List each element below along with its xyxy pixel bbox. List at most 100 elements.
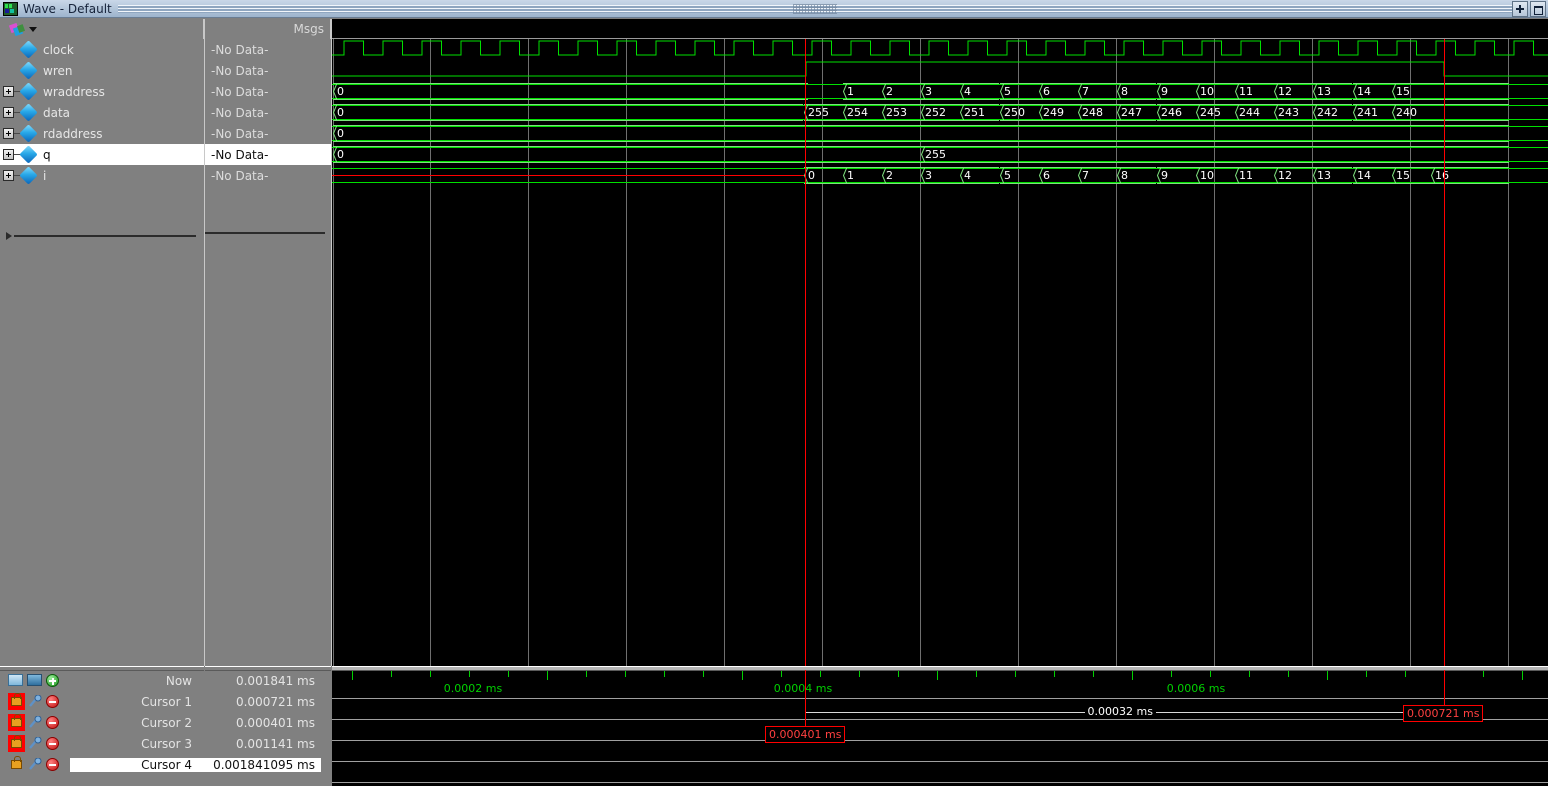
- bus-segment: 0: [333, 144, 921, 165]
- cursor-lock-icon[interactable]: [8, 693, 25, 710]
- cursor-delta-label: 0.00032 ms: [1084, 705, 1156, 718]
- cursor-name-label: Cursor 4: [70, 757, 196, 772]
- bus-segment: 4: [960, 81, 999, 102]
- bus-segment: 251: [960, 102, 999, 123]
- bus-segment-value: 7: [1082, 169, 1089, 182]
- signal-row-i[interactable]: i: [0, 165, 204, 186]
- bus-segment: 247: [1117, 102, 1156, 123]
- cursor-row-now[interactable]: Now 0.001841 ms: [0, 670, 331, 691]
- bus-segment: 0: [333, 102, 803, 123]
- time-axis-label: 0.0002 ms: [443, 682, 503, 695]
- expand-toggle-q[interactable]: [3, 149, 14, 160]
- signal-row-rdaddress[interactable]: rdaddress: [0, 123, 204, 144]
- signal-list-resize-handle[interactable]: [6, 232, 196, 240]
- time-tick-minor: [1288, 671, 1289, 677]
- bus-segment-value: 0: [337, 127, 344, 140]
- bus-segment: 242: [1313, 102, 1352, 123]
- names-column-header[interactable]: [0, 19, 204, 39]
- waveform-i: 0 1 2 3 4 5 6 7 8 9 10 11 12 13 14 15 16: [332, 165, 1548, 186]
- cursor-lock-icon[interactable]: [8, 714, 25, 731]
- time-tick-minor: [859, 671, 860, 677]
- bus-segment-value: 2: [886, 85, 893, 98]
- time-tick-minor: [976, 671, 977, 677]
- signal-no-data-marker: [332, 175, 804, 176]
- cursor-row-cursor-2[interactable]: Cursor 2 0.000401 ms: [0, 712, 331, 733]
- signal-row-q[interactable]: q: [0, 144, 204, 165]
- cursor-config-icon[interactable]: [28, 694, 42, 708]
- delete-cursor-icon[interactable]: [46, 695, 59, 708]
- bus-segment: 8: [1117, 81, 1156, 102]
- signal-row-wren[interactable]: wren: [0, 60, 204, 81]
- bus-segment: 252: [921, 102, 960, 123]
- cursor-1-marker-label[interactable]: 0.000721 ms: [1403, 705, 1484, 722]
- expand-toggle-rdaddress[interactable]: [3, 128, 14, 139]
- signal-row-clock[interactable]: clock: [0, 39, 204, 60]
- bus-segment: 2: [882, 81, 921, 102]
- time-tick-major: [1132, 671, 1133, 680]
- time-tick-minor: [1015, 671, 1016, 677]
- cursor-config-icon[interactable]: [28, 715, 42, 729]
- cursor-2-marker-label[interactable]: 0.000401 ms: [765, 726, 846, 743]
- cursor-2-marker-line[interactable]: [805, 39, 806, 666]
- time-tick-major: [742, 671, 743, 680]
- expand-toggle-data[interactable]: [3, 107, 14, 118]
- cursor-lock-icon[interactable]: [8, 756, 25, 773]
- bus-segment-value: 243: [1278, 106, 1299, 119]
- cursor-row-cursor-1[interactable]: Cursor 1 0.000721 ms: [0, 691, 331, 712]
- add-cursor-icon[interactable]: [46, 674, 59, 687]
- signal-name-label: clock: [43, 42, 74, 57]
- cursor-1-marker-line[interactable]: [1444, 39, 1445, 666]
- cursor-row-cursor-3[interactable]: Cursor 3 0.001141 ms: [0, 733, 331, 754]
- bus-segment-body: [333, 83, 808, 100]
- signal-diamond-icon: [19, 40, 38, 59]
- cursor-row-cursor-4[interactable]: Cursor 4 0.001841095 ms: [0, 754, 331, 775]
- cursor-lock-icon[interactable]: [8, 735, 25, 752]
- signal-name-label: rdaddress: [43, 126, 103, 141]
- bus-segment: 12: [1274, 165, 1313, 186]
- signal-diamond-icon: [19, 61, 38, 80]
- wave-column-header: [332, 19, 1548, 39]
- waveform-canvas[interactable]: 0 1 2 3 4 5 6 7 8 9 10 11 12 13 14 15 0 255 254 253 252 251 25…: [332, 39, 1548, 666]
- time-tick-minor: [664, 671, 665, 677]
- bus-segment-value: 15: [1396, 85, 1410, 98]
- cursor-2-marker-ruler-line[interactable]: [805, 670, 806, 732]
- time-tick-major: [1327, 671, 1328, 680]
- expand-toggle-wraddress[interactable]: [3, 86, 14, 97]
- time-tick-minor: [586, 671, 587, 677]
- cursor-name-label: Cursor 3: [141, 736, 192, 751]
- signal-diamond-icon: [19, 103, 38, 122]
- restore-button[interactable]: [1530, 0, 1546, 17]
- time-axis-ruler[interactable]: 0.0002 ms 0.0004 ms 0.0006 ms 0.00032 ms 0.0…: [332, 666, 1548, 786]
- undock-button[interactable]: [1512, 0, 1528, 17]
- now-settings-icon[interactable]: [27, 674, 42, 686]
- signal-row-data[interactable]: data: [0, 102, 204, 123]
- now-marker-icon[interactable]: [8, 674, 23, 686]
- cursor-config-icon[interactable]: [28, 736, 42, 750]
- title-drag-grip[interactable]: [117, 3, 1512, 14]
- signal-value-q: -No Data-: [205, 144, 331, 165]
- bus-segment-value: 9: [1161, 85, 1168, 98]
- column-header-row: Msgs: [0, 19, 1548, 39]
- color-palette-icon[interactable]: [8, 22, 26, 36]
- wave-window: Wave - Default Msgs clock wren wraddress da…: [0, 0, 1548, 786]
- signal-row-wraddress[interactable]: wraddress: [0, 81, 204, 102]
- waveform-pane[interactable]: 0 1 2 3 4 5 6 7 8 9 10 11 12 13 14 15 0 255 254 253 252 251 25…: [332, 39, 1548, 666]
- bus-segment-body: [333, 104, 803, 121]
- bus-segment: 7: [1078, 165, 1117, 186]
- cursor-config-icon[interactable]: [28, 757, 42, 771]
- expand-toggle-i[interactable]: [3, 170, 14, 181]
- title-grip-dots: [792, 3, 837, 14]
- delete-cursor-icon[interactable]: [46, 758, 59, 771]
- cursor-row-separator: [332, 719, 1548, 720]
- delete-cursor-icon[interactable]: [46, 737, 59, 750]
- delete-cursor-icon[interactable]: [46, 716, 59, 729]
- bus-segment: 0: [804, 165, 843, 186]
- chevron-down-icon[interactable]: [29, 26, 37, 32]
- time-tick-minor: [898, 671, 899, 677]
- bus-segment-value: 255: [925, 148, 946, 161]
- bus-segment: 9: [1157, 81, 1196, 102]
- bus-segment: 249: [1039, 102, 1078, 123]
- cursor-row-separator: [332, 782, 1548, 783]
- bus-segment: 14: [1353, 81, 1392, 102]
- bus-segment-value: 8: [1121, 85, 1128, 98]
